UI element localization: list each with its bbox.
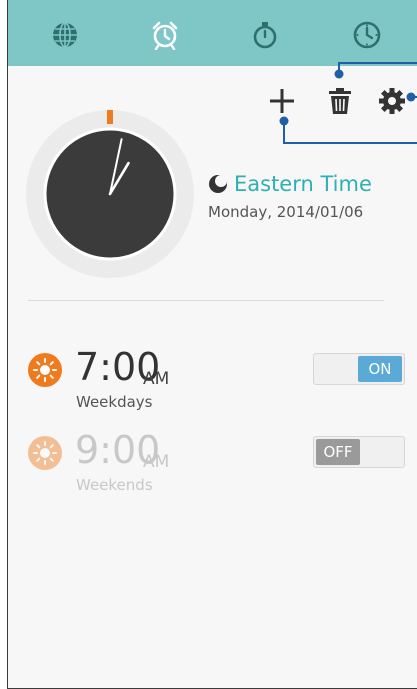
alarm-clock-icon — [152, 21, 178, 50]
app-window: Eastern Time Monday, 2014/01/06 7:00 AM … — [7, 0, 417, 689]
tab-stopwatch[interactable] — [250, 20, 280, 50]
tab-bar — [8, 0, 417, 66]
toggle-state: OFF — [316, 439, 360, 465]
analog-clock — [26, 110, 194, 278]
delete-alarm-button[interactable] — [325, 86, 355, 116]
clock-top-marker — [107, 110, 113, 124]
add-alarm-button[interactable] — [267, 86, 297, 116]
trash-icon — [329, 88, 351, 114]
alarm-toggle[interactable]: ON — [313, 353, 405, 385]
sun-icon — [28, 436, 62, 470]
alarm-item[interactable]: 7:00 AM Weekdays ON — [28, 345, 408, 423]
alarm-toggle[interactable]: OFF — [313, 436, 405, 468]
sun-icon — [28, 353, 62, 387]
alarm-ampm: AM — [143, 452, 170, 472]
divider — [28, 300, 384, 301]
gear-icon — [379, 88, 405, 114]
globe-icon — [53, 22, 77, 48]
moon-icon — [209, 175, 227, 193]
timer-icon — [353, 21, 381, 49]
alarm-repeat: Weekends — [76, 476, 153, 494]
tab-timer[interactable] — [352, 20, 382, 50]
tab-alarm[interactable] — [150, 20, 180, 50]
alarm-ampm: AM — [143, 369, 170, 389]
alarm-item[interactable]: 9:00 AM Weekends OFF — [28, 428, 408, 506]
tab-world-clock[interactable] — [50, 20, 80, 50]
plus-icon — [270, 89, 294, 113]
stopwatch-icon — [253, 22, 277, 49]
callout-lines — [279, 62, 417, 144]
timezone-name: Eastern Time — [234, 172, 372, 196]
timezone-date: Monday, 2014/01/06 — [208, 203, 364, 221]
settings-button[interactable] — [377, 86, 407, 116]
timezone-row: Eastern Time — [208, 172, 372, 196]
toggle-state: ON — [358, 356, 402, 382]
alarm-repeat: Weekdays — [76, 393, 153, 411]
